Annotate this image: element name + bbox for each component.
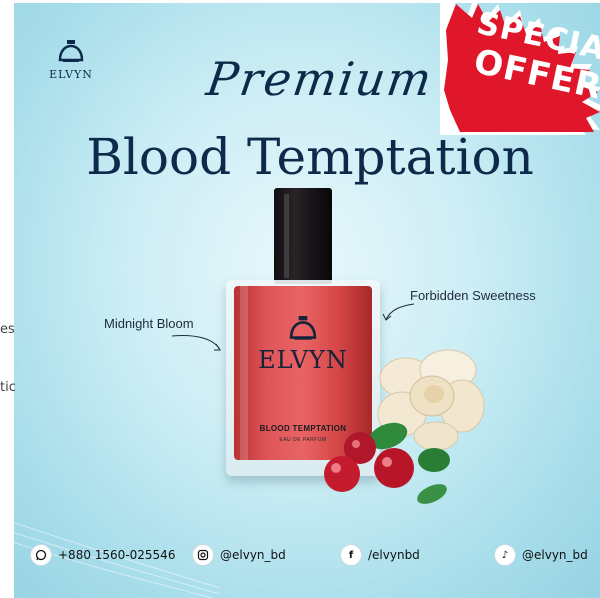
contact-whatsapp[interactable]: +880 1560-025546: [30, 544, 175, 566]
contact-instagram[interactable]: @elvyn_bd: [192, 544, 286, 566]
perfume-crown-icon: [58, 40, 84, 62]
contact-instagram-text: @elvyn_bd: [220, 548, 286, 562]
edge-fragment-1: es: [0, 322, 15, 337]
bottle-cap: [274, 188, 332, 284]
instagram-icon: [192, 544, 214, 566]
edge-fragment-2: tic: [0, 380, 16, 395]
bottle-crown-icon: [289, 316, 317, 340]
promo-poster: es tic ELVYN Premium Blood Temptation SP…: [0, 0, 600, 598]
contact-facebook[interactable]: f /elvynbd: [340, 544, 420, 566]
note-right-arrow: [382, 303, 415, 321]
note-right-label: Forbidden Sweetness: [410, 288, 536, 303]
main-title: Blood Temptation: [86, 128, 534, 186]
contact-whatsapp-text: +880 1560-025546: [58, 548, 176, 562]
whatsapp-icon: [30, 544, 52, 566]
bottle-label-logo: ELVYN: [234, 316, 372, 374]
contact-facebook-text: /elvynbd: [368, 548, 420, 562]
brand-logo-text: ELVYN: [49, 68, 93, 81]
bottle-brand: ELVYN: [258, 346, 348, 374]
script-title: Premium: [203, 52, 437, 106]
facebook-icon: f: [340, 544, 362, 566]
brand-logo: ELVYN: [44, 40, 98, 90]
note-left-label: Midnight Bloom: [104, 316, 194, 331]
tiktok-icon: ♪: [494, 544, 516, 566]
contact-tiktok[interactable]: ♪ @elvyn_bd: [494, 544, 588, 566]
cranberries-icon: [324, 422, 450, 504]
special-offer-badge: SPECIAL OFFER: [440, 0, 600, 135]
note-left-arrow: [171, 335, 221, 351]
wave-decoration: [0, 517, 220, 598]
contact-tiktok-text: @elvyn_bd: [522, 548, 588, 562]
